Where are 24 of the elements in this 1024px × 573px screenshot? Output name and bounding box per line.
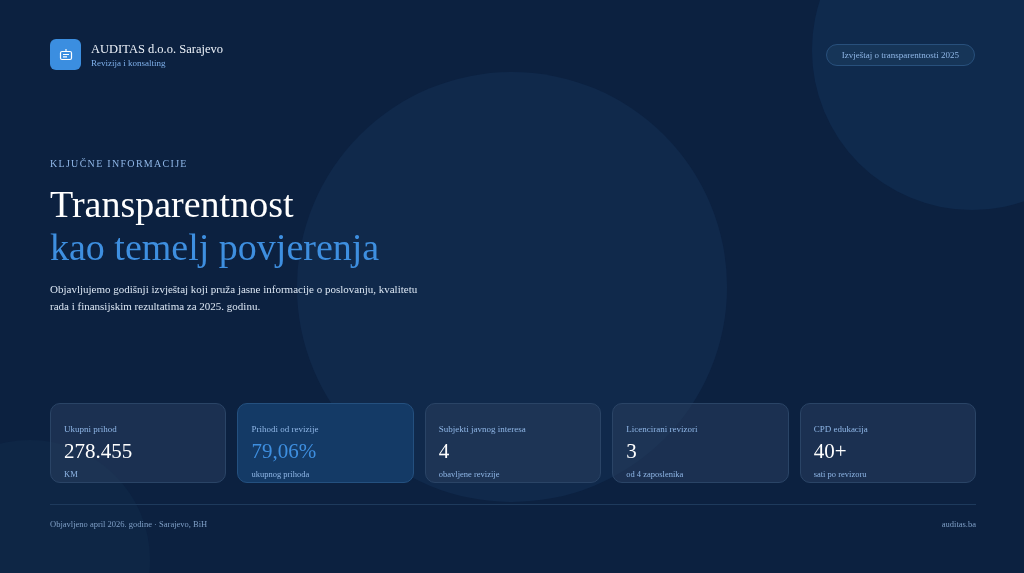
section-eyebrow: KLJUČNE INFORMACIJE [50, 158, 188, 169]
stat-note: ukupnog prihoda [251, 469, 310, 480]
company-name: AUDITAS d.o.o. Sarajevo [91, 41, 223, 57]
hero-title: Transparentnost [50, 183, 294, 226]
hero-subtitle: kao temelj povjerenja [50, 226, 380, 269]
stat-label: Licencirani revizori [626, 424, 698, 434]
logo-icon [50, 39, 81, 70]
stat-label: Subjekti javnog interesa [438, 424, 526, 434]
stat-value: 40+ [813, 440, 847, 464]
website-link[interactable]: auditas.ba [941, 519, 976, 529]
stat-note: KM [64, 469, 78, 480]
stat-note: obavljene revizije [438, 469, 500, 480]
stat-value: 4 [438, 440, 450, 464]
stat-label: Ukupni prihod [64, 424, 117, 434]
publication-info: Objavljeno april 2026. godine · Sarajevo, BiH [50, 519, 208, 529]
stat-value: 79,06% [251, 440, 317, 464]
company-tagline: Revizija i konsalting [91, 57, 167, 68]
stat-note: od 4 zaposlenika [626, 469, 684, 480]
stat-note: sati po revizoru [813, 469, 867, 480]
stat-value: 278.455 [64, 440, 133, 464]
stat-label: CPD edukacija [813, 424, 868, 434]
stat-value: 3 [626, 440, 637, 464]
hero-description: Objavljujemo godišnji izvještaj koji pruža jasne informacije o poslovanju, kvalitetu rada i finansijskim rezultatima za 2025. godinu. [50, 282, 419, 314]
stat-label: Prihodi od revizije [251, 424, 319, 434]
